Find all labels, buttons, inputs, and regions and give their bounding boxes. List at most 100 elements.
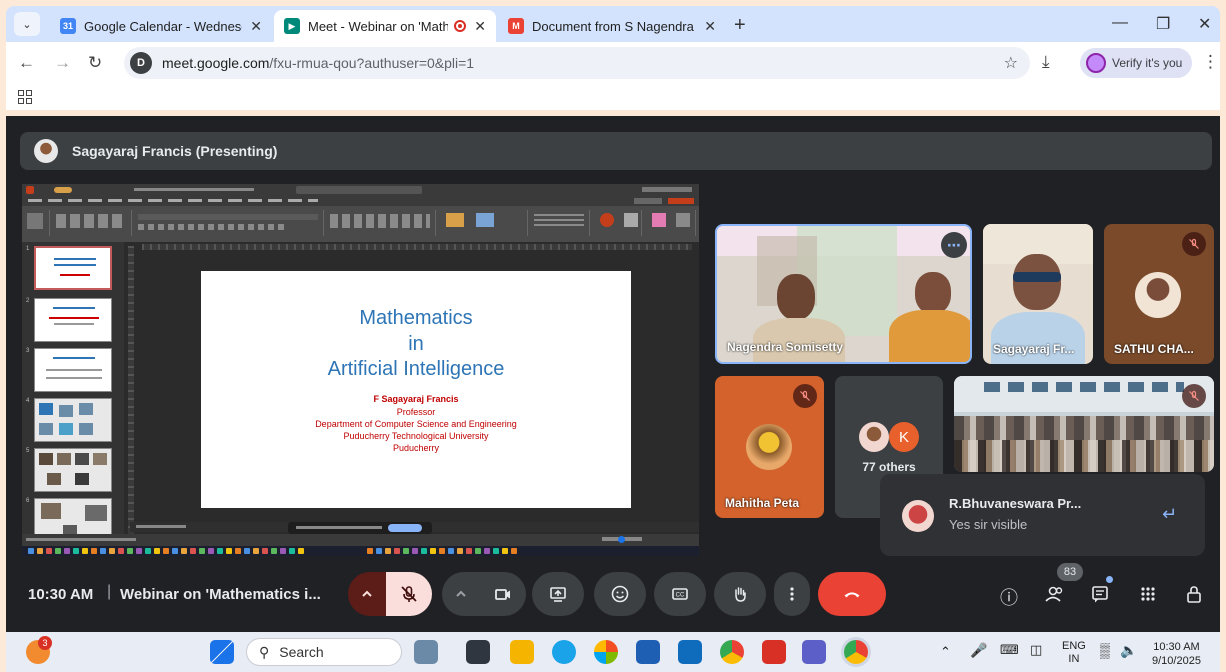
camera-button[interactable]	[480, 572, 526, 616]
presenter-taskbar	[22, 546, 699, 556]
new-tab-button[interactable]: +	[734, 14, 746, 37]
slide-thumbnail[interactable]	[34, 348, 112, 392]
tab-search-button[interactable]: ⌄	[14, 12, 40, 36]
more-options-icon[interactable]: ⋯	[941, 232, 967, 258]
participant-tile-sagayaraj[interactable]: Sagayaraj Fr...	[983, 224, 1093, 364]
mini-taskbar-glyph	[430, 548, 436, 554]
microphone-icon[interactable]: 🎤	[970, 642, 987, 659]
slide-thumbnail[interactable]	[34, 298, 112, 342]
chat-icon[interactable]	[1090, 584, 1110, 609]
mini-taskbar-glyph	[298, 548, 304, 554]
captions-icon: CC	[672, 588, 688, 600]
windows-taskbar: 3 ⚲ Search ⌃ 🎤 ⌨ ◫ ENG IN ▒ 🔈 10:30 AM 9…	[6, 632, 1220, 672]
site-info-icon[interactable]: D	[130, 52, 152, 74]
tab-google-meet[interactable]: ▶ Meet - Webinar on 'Mathem ✕	[274, 10, 496, 42]
slide-thumbnail[interactable]	[34, 448, 112, 492]
address-bar[interactable]: D meet.google.com/fxu-rmua-qou?authuser=…	[124, 47, 1030, 79]
file-explorer-icon[interactable]	[510, 640, 534, 664]
windows-start-icon[interactable]	[210, 640, 234, 664]
download-icon[interactable]: ⤓	[1042, 52, 1050, 72]
store-icon[interactable]	[636, 640, 660, 664]
vertical-ruler	[128, 246, 134, 544]
outlook-icon[interactable]	[678, 640, 702, 664]
close-tab-icon[interactable]: ✕	[474, 18, 486, 35]
mini-taskbar-glyph	[181, 548, 187, 554]
back-icon[interactable]: ←	[18, 53, 35, 73]
task-view-icon[interactable]	[466, 640, 490, 664]
tab-gmail-document[interactable]: M Document from S Nagendra - s ✕	[498, 10, 726, 42]
apps-grid-icon[interactable]	[18, 90, 32, 104]
teams-icon[interactable]	[802, 640, 826, 664]
verify-profile-button[interactable]: Verify it's you	[1080, 48, 1192, 78]
meet-stage: Sagayaraj Francis (Presenting) 1 2 3 4 5…	[6, 116, 1220, 632]
participant-tile-nagendra[interactable]: ⋯ Nagendra Somisetty	[715, 224, 972, 364]
mini-taskbar-glyph	[280, 548, 286, 554]
close-tab-icon[interactable]: ✕	[250, 18, 262, 35]
network-icon[interactable]: ▒	[1100, 642, 1110, 658]
slide-thumbnail[interactable]	[34, 246, 112, 290]
slide-thumbnail[interactable]	[34, 398, 112, 442]
taskbar-search[interactable]: ⚲ Search	[246, 638, 402, 666]
meeting-info-icon[interactable]: ⓘ	[1000, 584, 1018, 610]
mini-taskbar-glyph	[28, 548, 34, 554]
captions-button[interactable]: CC	[654, 572, 706, 616]
slide-line-4: Puducherry	[392, 443, 440, 453]
keyboard-icon[interactable]: ⌨	[1000, 642, 1019, 658]
volume-icon[interactable]: 🔈	[1120, 642, 1137, 659]
minimize-icon[interactable]: —	[1112, 14, 1128, 32]
wps-office-icon[interactable]	[762, 640, 786, 664]
microphone-off-button[interactable]	[386, 572, 432, 616]
mini-taskbar-glyph	[448, 548, 454, 554]
chrome-icon[interactable]	[720, 640, 744, 664]
hand-icon	[735, 587, 746, 602]
copilot-icon[interactable]	[594, 640, 618, 664]
host-controls-lock-icon[interactable]	[1184, 584, 1204, 609]
audio-options-button[interactable]	[348, 572, 386, 616]
browser-menu-icon[interactable]: ⋮	[1202, 52, 1219, 72]
chat-notification[interactable]: R.Bhuvaneswara Pr... Yes sir visible ↵	[880, 474, 1205, 556]
mini-taskbar-glyph	[421, 548, 427, 554]
mini-taskbar-glyph	[466, 548, 472, 554]
restore-icon[interactable]: ❐	[1156, 14, 1170, 34]
reload-icon[interactable]: ↻	[88, 53, 102, 73]
chrome-active-icon[interactable]	[844, 640, 868, 664]
participant-tile-classroom[interactable]	[954, 376, 1214, 472]
tab-google-calendar[interactable]: 31 Google Calendar - Wednesday, ✕	[50, 10, 272, 42]
slide-thumbnail-pane[interactable]: 1 2 3 4 5 6	[22, 242, 124, 546]
leave-call-button[interactable]	[818, 572, 886, 616]
reply-icon[interactable]: ↵	[1162, 504, 1177, 525]
reactions-button[interactable]	[594, 572, 646, 616]
shared-screen[interactable]: 1 2 3 4 5 6 Mathematics in Artificial In…	[22, 184, 699, 556]
notification-message: Yes sir visible	[949, 517, 1028, 532]
mini-taskbar-glyph	[55, 548, 61, 554]
close-tab-icon[interactable]: ✕	[704, 18, 716, 35]
activities-grid-icon[interactable]	[1138, 584, 1158, 609]
raise-hand-button[interactable]	[714, 572, 766, 616]
ppt-menu-bar	[22, 196, 699, 206]
edge-icon[interactable]	[552, 640, 576, 664]
people-icon[interactable]	[1044, 584, 1066, 609]
presenter-avatar	[34, 139, 58, 163]
language-indicator[interactable]: ENG IN	[1062, 640, 1086, 666]
present-screen-button[interactable]	[532, 572, 584, 616]
mini-taskbar-glyph	[163, 548, 169, 554]
participant-avatar	[746, 424, 792, 470]
close-window-icon[interactable]: ✕	[1198, 14, 1211, 34]
bookmark-star-icon[interactable]: ☆	[1004, 53, 1018, 73]
video-options-button[interactable]	[442, 572, 480, 616]
mini-taskbar-glyph	[475, 548, 481, 554]
taskbar-clock[interactable]: 10:30 AM 9/10/2025	[1152, 640, 1201, 668]
mini-taskbar-glyph	[226, 548, 232, 554]
participant-tile-sathu[interactable]: SATHU CHA...	[1104, 224, 1214, 364]
mini-taskbar-glyph	[46, 548, 52, 554]
mini-taskbar-glyph	[367, 548, 373, 554]
browser-toolbar: ← → ↻ D meet.google.com/fxu-rmua-qou?aut…	[6, 42, 1220, 84]
display-icon[interactable]: ◫	[1030, 642, 1042, 658]
participant-tile-mahitha[interactable]: Mahitha Peta	[715, 376, 824, 518]
more-options-button[interactable]	[774, 572, 810, 616]
forward-icon[interactable]: →	[54, 53, 71, 73]
url-host: meet.google.com	[162, 55, 270, 71]
mini-taskbar-glyph	[457, 548, 463, 554]
show-hidden-icons[interactable]: ⌃	[940, 644, 951, 660]
mini-taskbar-glyph	[385, 548, 391, 554]
